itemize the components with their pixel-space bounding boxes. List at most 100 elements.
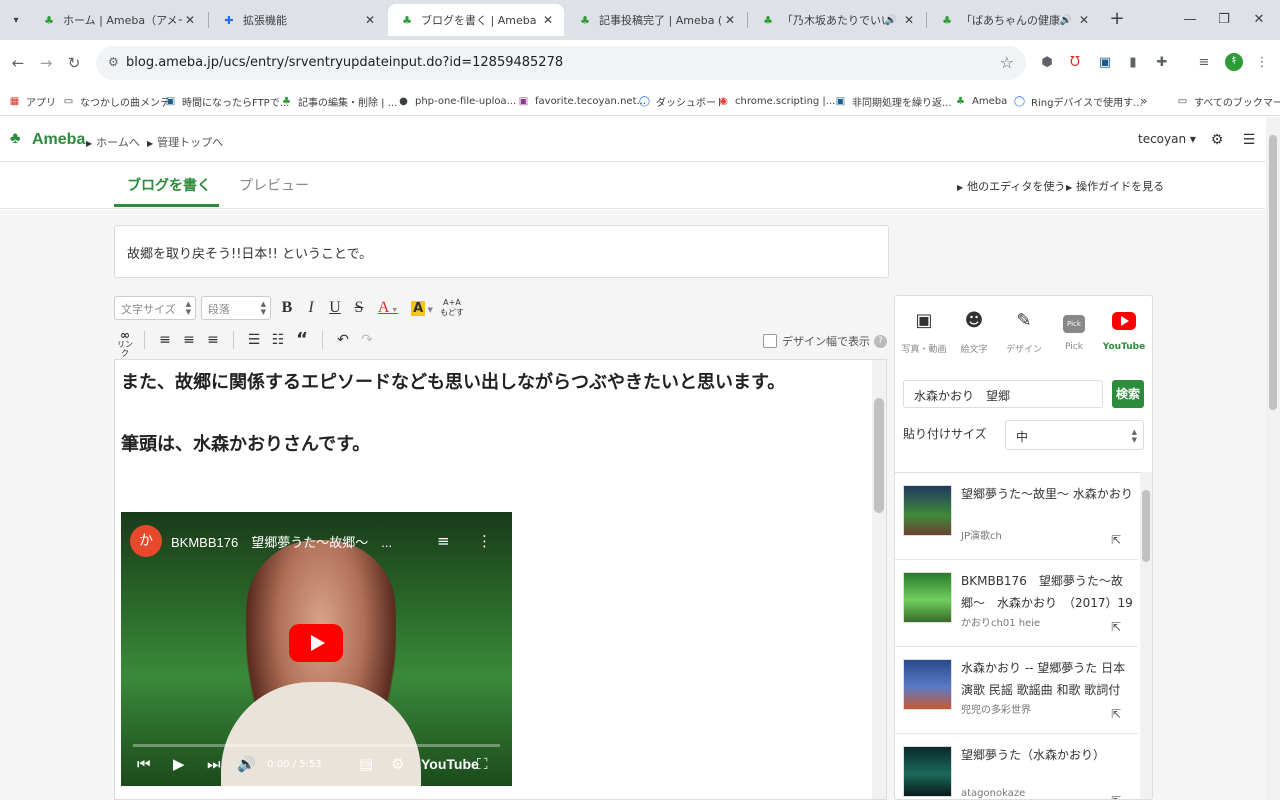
extension-magnet-icon[interactable]: Ʊ	[1066, 54, 1084, 72]
fullscreen-icon[interactable]: ⛶	[477, 755, 488, 773]
external-link-icon[interactable]: ⇱	[1111, 707, 1121, 721]
quote-icon[interactable]: “	[290, 328, 314, 352]
bookmark-item[interactable]: ● php-one-file-uploa...	[397, 93, 516, 109]
extension-shield-icon[interactable]: ⬢	[1038, 54, 1056, 72]
bold-icon[interactable]: B	[275, 296, 299, 320]
youtube-embed[interactable]: か BKMBB176 望郷夢うた～故郷～ ... ≡ ⋮ ⏮ ▶ ⏭ 🔊 0:0…	[121, 512, 512, 786]
site-info-icon[interactable]: ⚙	[108, 55, 119, 69]
browser-tab-active[interactable]: ♣ ブログを書く | Ameba (アメーバ) ✕	[388, 4, 564, 36]
text-color-icon[interactable]: A ▼	[371, 296, 405, 320]
hamburger-menu-icon[interactable]: ☰	[1240, 131, 1258, 149]
external-link-icon[interactable]: ⇱	[1111, 794, 1121, 799]
redo-icon[interactable]: ↷	[355, 328, 379, 352]
window-close-icon[interactable]: ✕	[1249, 10, 1269, 30]
list-item[interactable]: 水森かおり -- 望郷夢うた 日本演歌 民謡 歌謡曲 和歌 歌詞付 兜兜の多彩世…	[895, 647, 1138, 734]
search-button[interactable]: 検索	[1112, 380, 1144, 408]
close-icon[interactable]: ✕	[362, 13, 378, 27]
page-scrollbar-thumb[interactable]	[1269, 135, 1277, 410]
breadcrumb-admin[interactable]: ▶ 管理トップへ	[147, 134, 223, 150]
play-button-icon[interactable]	[289, 624, 343, 662]
bullet-list-icon[interactable]: ☰	[242, 328, 266, 352]
extensions-puzzle-icon[interactable]: ✚	[1153, 54, 1171, 72]
other-editor-link[interactable]: ▶ 他のエディタを使う	[957, 178, 1065, 194]
design-width-toggle[interactable]: デザイン幅で表示 ?	[763, 333, 887, 349]
font-size-select[interactable]: 文字サイズ ▲ ▼	[114, 296, 196, 320]
browser-tab[interactable]: ♣ ホーム | Ameba（アメーバ） ✕	[30, 4, 206, 36]
settings-icon[interactable]: ⚙	[391, 755, 404, 773]
align-left-icon[interactable]: ≡	[153, 328, 177, 352]
underline-icon[interactable]: U	[323, 296, 347, 320]
all-bookmarks[interactable]: ▭ すべてのブックマーク	[1176, 93, 1280, 109]
tab-design[interactable]: ✎ デザイン	[999, 310, 1049, 355]
list-item[interactable]: 望郷夢うた（水森かおり） atagonokaze ⇱	[895, 734, 1138, 799]
editor-scrollbar-thumb[interactable]	[874, 398, 884, 513]
tab-pick[interactable]: Pick Pick	[1049, 310, 1099, 352]
external-link-icon[interactable]: ⇱	[1111, 620, 1121, 634]
tab-photo-video[interactable]: ▣ 写真・動画	[899, 310, 949, 355]
reload-icon[interactable]: ↻	[62, 51, 86, 75]
help-icon[interactable]: ?	[874, 334, 887, 348]
highlight-color-icon[interactable]: A ▼	[405, 296, 439, 320]
minimize-icon[interactable]: —	[1180, 10, 1200, 30]
tab-emoji[interactable]: ☻ 絵文字	[949, 310, 999, 355]
undo-icon[interactable]: ↶	[331, 328, 355, 352]
bookmark-item[interactable]: ▣ favorite.tecoyan.net...	[517, 93, 646, 109]
bookmark-item[interactable]: ▭ なつかしの曲メンテ	[62, 93, 170, 109]
align-right-icon[interactable]: ≡	[201, 328, 225, 352]
external-link-icon[interactable]: ⇱	[1111, 533, 1121, 547]
bookmark-item[interactable]: ◯ Ringデバイスで使用す...	[1013, 93, 1143, 109]
new-tab-button[interactable]: +	[1106, 9, 1128, 31]
tab-youtube[interactable]: YouTube	[1099, 310, 1149, 352]
tab-search-icon[interactable]: ▾	[4, 8, 28, 32]
ameba-logo[interactable]: ♣ Ameba	[10, 130, 85, 150]
forward-icon[interactable]: →	[34, 51, 58, 75]
results-scrollbar-thumb[interactable]	[1142, 490, 1150, 562]
youtube-logo[interactable]: YouTube	[421, 756, 479, 772]
previous-icon[interactable]: ⏮	[137, 755, 151, 773]
tab-preview[interactable]: プレビュー	[239, 175, 309, 195]
url-text[interactable]: blog.ameba.jp/ucs/entry/srventryupdatein…	[126, 55, 563, 70]
playlist-icon[interactable]: ≡	[437, 532, 450, 550]
media-control-icon[interactable]: ≡	[1195, 54, 1213, 72]
close-icon[interactable]: ✕	[1076, 13, 1092, 27]
browser-tab[interactable]: ♣ 記事投稿完了 | Ameba (アメー ✕	[566, 4, 746, 36]
close-icon[interactable]: ✕	[182, 13, 198, 27]
settings-gear-icon[interactable]: ⚙	[1208, 131, 1226, 149]
close-icon[interactable]: ✕	[722, 13, 738, 27]
close-icon[interactable]: ✕	[540, 13, 556, 27]
youtube-search-input[interactable]: 水森かおり 望郷	[903, 380, 1103, 408]
entry-title-input[interactable]: 故郷を取り戻そう!!日本!! ということで。	[114, 225, 889, 278]
bookmark-item[interactable]: ◯ ダッシュボード	[638, 93, 726, 109]
editor-body[interactable]: また、故郷に関係するエピソードなども思い出しながらつぶやきたいと思います。 筆頭…	[114, 359, 887, 800]
subtitles-icon[interactable]: ▤	[359, 755, 373, 773]
tab-write[interactable]: ブログを書く	[127, 175, 211, 195]
page-scrollbar[interactable]	[1266, 117, 1280, 800]
guide-link[interactable]: ▶ 操作ガイドを見る	[1066, 178, 1164, 194]
editor-scrollbar[interactable]	[872, 360, 886, 799]
bookmark-star-icon[interactable]: ☆	[1000, 53, 1014, 72]
user-menu[interactable]: tecoyan ▾	[1138, 132, 1196, 146]
list-item[interactable]: BKMBB176 望郷夢うた～故郷～ 水森かおり （2017）19 かおりch0…	[895, 560, 1138, 647]
chrome-menu-icon[interactable]: ⋮	[1253, 54, 1271, 72]
list-item[interactable]: 望郷夢うた～故里～ 水森かおり JP演歌ch ⇱	[895, 473, 1138, 560]
design-width-checkbox[interactable]	[763, 334, 777, 348]
profile-avatar[interactable]: ｷ	[1225, 53, 1243, 71]
extension-window-icon[interactable]: ▣	[1096, 54, 1114, 72]
speaker-icon[interactable]: 🔊	[1060, 15, 1072, 26]
bookmark-item[interactable]: ▣ 非同期処理を繰り返...	[834, 93, 952, 109]
play-icon[interactable]: ▶	[173, 755, 185, 773]
extension-battery-icon[interactable]: ▮	[1124, 54, 1142, 72]
restore-icon[interactable]: ❐	[1214, 10, 1234, 30]
browser-tab[interactable]: ✚ 拡張機能 ✕	[210, 4, 386, 36]
paragraph-select[interactable]: 段落 ▲ ▼	[201, 296, 271, 320]
link-icon[interactable]: ∞ リンク	[114, 328, 136, 358]
browser-tab[interactable]: ♣ 「乃木坂あたりでいい女」と 🔊 ✕	[749, 4, 925, 36]
volume-icon[interactable]: 🔊	[237, 755, 256, 773]
editor-paragraph[interactable]: 筆頭は、水森かおりさんです。	[121, 430, 370, 456]
bookmark-item[interactable]: ♣ 記事の編集・削除 | ...	[280, 93, 397, 109]
breadcrumb-home[interactable]: ▶ ホームへ	[86, 134, 140, 150]
bookmark-item[interactable]: ▣ 時間になったらFTPで...	[164, 93, 290, 109]
speaker-icon[interactable]: 🔊	[885, 15, 897, 26]
italic-icon[interactable]: I	[299, 296, 323, 320]
paste-size-select[interactable]: 中 ▲ ▼	[1005, 420, 1144, 450]
